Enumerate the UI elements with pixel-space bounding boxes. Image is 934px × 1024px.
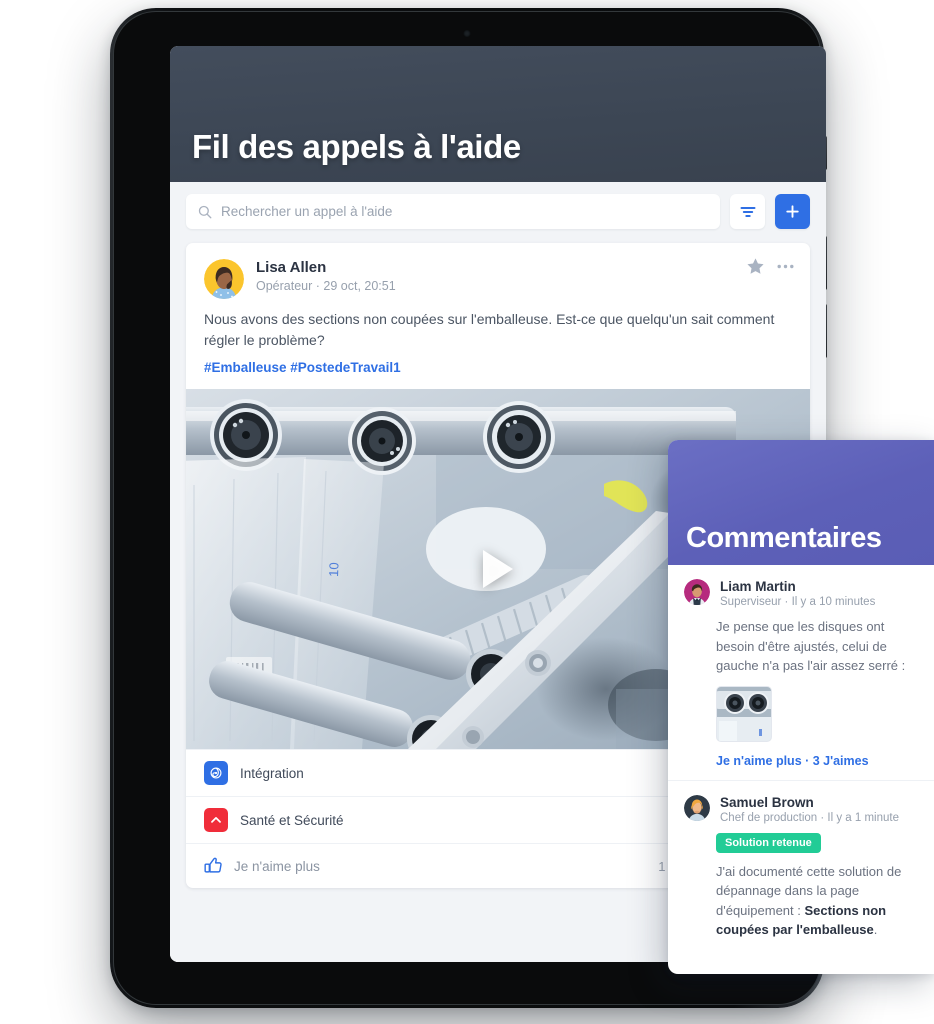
post-body-text: Nous avons des sections non coupées sur … (204, 311, 775, 348)
comment-header: Samuel Brown Chef de production · Il y a… (684, 794, 918, 824)
status-badge: Solution retenue (716, 832, 821, 853)
post-author-meta: Opérateur · 29 oct, 20:51 (256, 279, 396, 293)
comment-author-name: Samuel Brown (720, 794, 814, 810)
thumbs-up-icon (204, 857, 223, 875)
avatar (204, 259, 244, 299)
comments-panel: Commentaires Liam Martin Superviseur · I… (668, 440, 934, 974)
avatar (684, 579, 710, 605)
comment-author-meta: Superviseur · Il y a 10 minutes (720, 596, 876, 608)
comment-text: J'ai documenté cette solution de dépanna… (716, 862, 918, 940)
comments-panel-header: Commentaires (668, 440, 934, 565)
plus-icon (785, 204, 800, 219)
health-safety-icon (204, 808, 228, 833)
search-icon (198, 205, 212, 219)
post-header: Lisa Allen Opérateur · 29 oct, 20:51 (186, 243, 810, 299)
filter-icon (740, 205, 756, 219)
like-label: Je n'aime plus (234, 858, 320, 874)
like-button[interactable]: Je n'aime plus (204, 857, 320, 875)
comment-header: Liam Martin Superviseur · Il y a 10 minu… (684, 579, 918, 608)
search-input[interactable]: Rechercher un appel à l'aide (186, 194, 720, 229)
comment-text-suffix: . (873, 922, 878, 937)
play-icon[interactable] (483, 550, 513, 589)
comment-author-name: Liam Martin (720, 579, 796, 594)
integration-icon (204, 761, 228, 786)
screenshot-stage: Fil des appels à l'aide Rechercher un ap… (0, 0, 934, 1024)
comment-attachment-thumbnail[interactable] (716, 685, 772, 742)
comment-item[interactable]: Samuel Brown Chef de production · Il y a… (668, 779, 934, 952)
search-input-placeholder: Rechercher un appel à l'aide (221, 204, 393, 219)
front-camera-icon (463, 30, 471, 37)
avatar (684, 794, 710, 821)
post-action-icons (746, 257, 794, 276)
comments-panel-title: Commentaires (686, 522, 882, 554)
comment-item[interactable]: Liam Martin Superviseur · Il y a 10 minu… (668, 565, 934, 780)
comment-text: Je pense que les disques ont besoin d'êt… (716, 619, 906, 673)
add-button[interactable] (775, 194, 810, 229)
more-options-icon[interactable] (777, 264, 794, 269)
app-header: Fil des appels à l'aide (170, 46, 826, 182)
post-tag-label: Intégration (240, 765, 304, 781)
post-tag-label: Santé et Sécurité (240, 812, 344, 828)
svg-text:10: 10 (326, 563, 341, 578)
post-hashtags[interactable]: #Emballeuse #PostedeTravail1 (186, 350, 810, 389)
page-title: Fil des appels à l'aide (192, 128, 521, 165)
star-icon[interactable] (746, 257, 765, 276)
comment-author-meta: Chef de production · Il y a 1 minute (720, 811, 899, 824)
toolbar: Rechercher un appel à l'aide (170, 182, 826, 243)
post-author-name: Lisa Allen (256, 259, 327, 276)
comment-actions[interactable]: Je n'aime plus · 3 J'aimes (716, 754, 918, 768)
filter-button[interactable] (730, 194, 765, 229)
